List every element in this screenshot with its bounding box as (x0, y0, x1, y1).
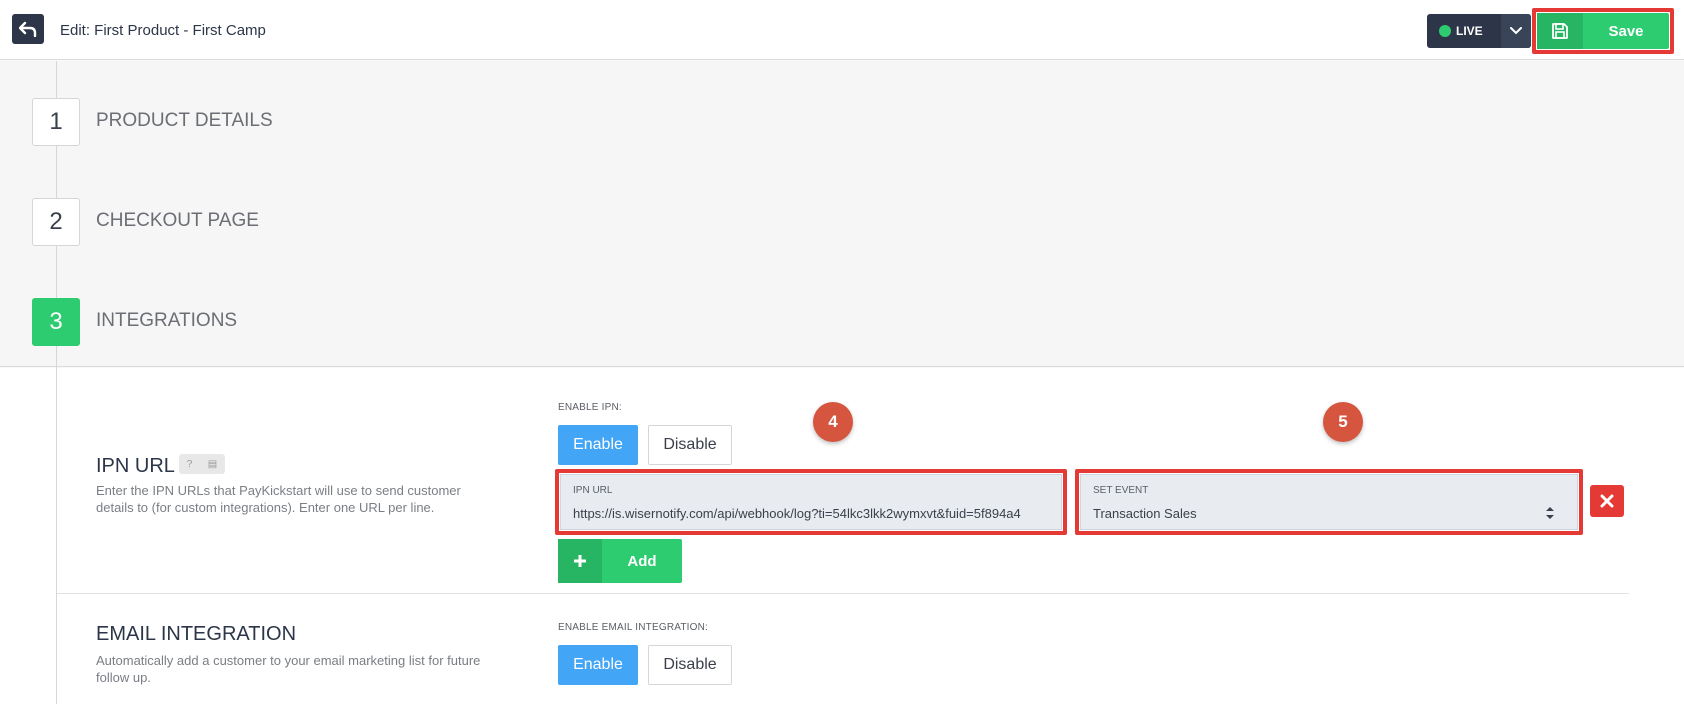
enable-ipn-label: ENABLE IPN: (558, 402, 622, 413)
plus-icon-glyph (574, 555, 586, 567)
help-icons: ? ▤ (179, 454, 225, 474)
content-connector-line (56, 368, 57, 704)
step-number-1[interactable]: 1 (32, 98, 80, 146)
page-title: Edit: First Product - First Camp (60, 22, 266, 39)
section-divider (57, 593, 1629, 594)
ipn-url-field-label: IPN URL (573, 485, 613, 496)
ipn-section-description: Enter the IPN URLs that PayKickstart wil… (96, 483, 461, 515)
close-icon (1600, 494, 1614, 508)
status-label: LIVE (1456, 24, 1483, 38)
live-dot-icon (1439, 25, 1451, 37)
set-event-field-label: SET EVENT (1093, 485, 1149, 496)
ipn-url-field[interactable]: IPN URL https://is.wisernotify.com/api/w… (560, 474, 1062, 530)
status-toggle[interactable]: LIVE (1427, 14, 1501, 48)
set-event-value: Transaction Sales (1093, 506, 1197, 521)
add-label: Add (627, 552, 657, 570)
email-section-title: EMAIL INTEGRATION (96, 623, 297, 645)
document-icon[interactable]: ▤ (208, 459, 217, 470)
save-button[interactable]: Save (1537, 13, 1669, 49)
save-label: Save (1608, 22, 1644, 40)
status-dropdown-toggle[interactable] (1501, 14, 1531, 48)
plus-icon (558, 539, 602, 583)
floppy-disk-icon (1552, 23, 1568, 39)
annotation-badge-5: 5 (1323, 402, 1363, 442)
step-label-product-details[interactable]: PRODUCT DETAILS (96, 110, 273, 132)
email-enable-button[interactable]: Enable (558, 645, 638, 685)
add-ipn-button[interactable]: Add (558, 539, 682, 583)
step-label-checkout-page[interactable]: CHECKOUT PAGE (96, 210, 259, 232)
back-button[interactable] (12, 14, 44, 44)
question-icon[interactable]: ? (187, 459, 193, 470)
step-number-3[interactable]: 3 (32, 298, 80, 346)
remove-ipn-button[interactable] (1590, 485, 1624, 517)
enable-email-label: ENABLE EMAIL INTEGRATION: (558, 622, 709, 633)
ipn-disable-button[interactable]: Disable (648, 425, 732, 465)
step-label-integrations[interactable]: INTEGRATIONS (96, 310, 237, 332)
email-section-description: Automatically add a customer to your ema… (96, 653, 481, 685)
ipn-section-title: IPN URL (96, 455, 175, 477)
annotation-badge-4: 4 (813, 402, 853, 442)
ipn-url-input[interactable]: https://is.wisernotify.com/api/webhook/l… (573, 506, 1059, 521)
back-arrow-icon (19, 21, 37, 37)
status-dropdown[interactable]: LIVE (1427, 14, 1531, 48)
ipn-enable-button[interactable]: Enable (558, 425, 638, 465)
step-number-2[interactable]: 2 (32, 198, 80, 246)
select-arrows-icon (1546, 507, 1554, 519)
email-disable-button[interactable]: Disable (648, 645, 732, 685)
set-event-select[interactable]: SET EVENT Transaction Sales (1080, 474, 1578, 530)
chevron-down-icon (1510, 27, 1522, 35)
save-icon-wrap (1537, 13, 1583, 49)
